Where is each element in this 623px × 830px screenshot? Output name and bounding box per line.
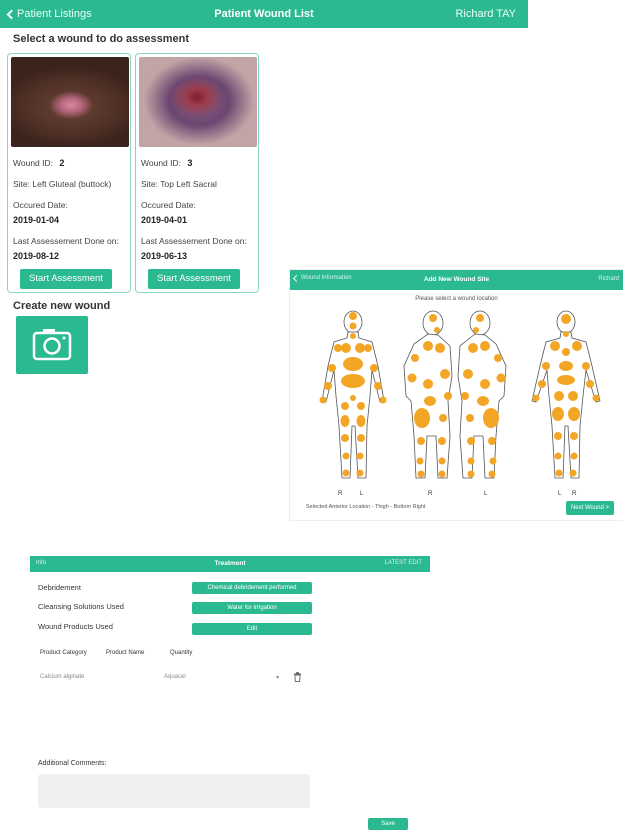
edit-products-button[interactable]: Edit [192, 623, 312, 635]
product-name-select[interactable]: Aquacel [164, 674, 186, 680]
section-title: Select a wound to do assessment [13, 33, 190, 45]
wound-id-value: 3 [187, 158, 193, 168]
side-label: L [484, 491, 488, 497]
page-title: Add New Wound Site [423, 276, 490, 283]
top-bar: Info Treatment LATEST EDIT [30, 556, 430, 572]
wound-id-label: Wound ID: [141, 158, 182, 168]
side-label: R [338, 491, 343, 497]
side-label: L [360, 491, 364, 497]
treatment-screen: Info Treatment LATEST EDIT Debridement C… [30, 556, 430, 830]
wound-photo [139, 57, 257, 147]
user-name[interactable]: Richard TAY [455, 8, 516, 20]
debridement-button[interactable]: Chemical debridement performed [192, 582, 312, 594]
add-wound-site-screen: Wound Information Add New Wound Site Ric… [290, 270, 623, 520]
side-label: R [428, 491, 433, 497]
user-name[interactable]: Richard [598, 276, 619, 282]
occured-date-value: 2019-04-01 [141, 215, 188, 225]
column-header: Quantity [170, 650, 193, 656]
trash-icon[interactable] [293, 672, 302, 682]
selected-location-text: Selected Anterior Location - Thigh - Bot… [306, 504, 426, 510]
side-label: R [572, 491, 577, 497]
start-assessment-button[interactable]: Start Assessment [148, 269, 240, 289]
wound-id-value: 2 [59, 158, 65, 168]
camera-icon [32, 329, 72, 361]
last-assessment-value: 2019-08-12 [13, 251, 60, 261]
create-wound-camera-button[interactable] [16, 316, 88, 374]
occured-date-label: Occured Date: [13, 200, 68, 210]
column-header: Product Category [40, 650, 87, 656]
create-wound-title: Create new wound [13, 300, 111, 312]
wound-products-label: Wound Products Used [38, 622, 113, 631]
wound-id-row: Wound ID: 3 [141, 158, 192, 168]
side-label: L [558, 491, 562, 497]
wound-card[interactable]: Wound ID: 2 Site: Left Gluteal (buttock)… [7, 53, 131, 293]
column-header: Product Name [106, 650, 145, 656]
wound-site: Site: Top Left Sacral [141, 179, 217, 189]
cleansing-label: Cleansing Solutions Used [38, 602, 124, 611]
additional-comments-label: Additional Comments: [38, 760, 107, 767]
body-map[interactable] [290, 306, 623, 490]
cleansing-button[interactable]: Water for Irrigation [192, 602, 312, 614]
occured-date-label: Occured Date: [141, 200, 196, 210]
wound-card[interactable]: Wound ID: 3 Site: Top Left Sacral Occure… [135, 53, 259, 293]
debridement-label: Debridement [38, 583, 81, 592]
wound-photo [11, 57, 129, 147]
occured-date-value: 2019-01-04 [13, 215, 60, 225]
chevron-down-icon[interactable]: ▾ [276, 674, 279, 681]
page-title: Patient Wound List [214, 8, 314, 20]
user-name[interactable]: LATEST EDIT [385, 560, 422, 566]
start-assessment-button[interactable]: Start Assessment [20, 269, 112, 289]
location-prompt: Please select a wound location [415, 296, 498, 302]
save-button[interactable]: Save [368, 818, 408, 830]
last-assessment-value: 2019-06-13 [141, 251, 188, 261]
wound-site: Site: Left Gluteal (buttock) [13, 179, 112, 189]
wound-id-label: Wound ID: [13, 158, 54, 168]
page-title: Treatment [214, 560, 246, 567]
next-wound-button[interactable]: Next Wound > [566, 501, 614, 515]
top-bar: Patient Listings Patient Wound List Rich… [0, 0, 528, 28]
last-assessment-label: Last Assessement Done on: [13, 236, 119, 246]
wound-id-row: Wound ID: 2 [13, 158, 64, 168]
top-bar: Wound Information Add New Wound Site Ric… [290, 270, 623, 290]
last-assessment-label: Last Assessement Done on: [141, 236, 247, 246]
product-category-select[interactable]: Calcium alginate [40, 674, 84, 680]
additional-comments-input[interactable] [38, 774, 310, 808]
